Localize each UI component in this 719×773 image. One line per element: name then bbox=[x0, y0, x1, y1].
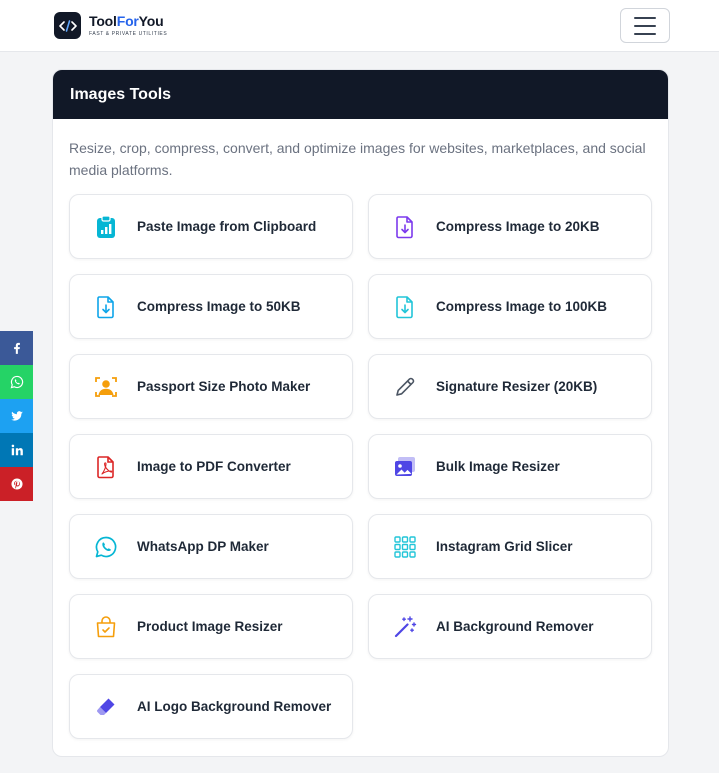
tool-card-signature-resizer-20kb[interactable]: Signature Resizer (20KB) bbox=[368, 354, 652, 419]
brand-tagline: FAST & PRIVATE UTILITIES bbox=[89, 31, 168, 37]
clipboard-chart-icon bbox=[94, 214, 118, 239]
tool-card-compress-image-to-50kb[interactable]: Compress Image to 50KB bbox=[69, 274, 353, 339]
tool-card-instagram-grid-slicer[interactable]: Instagram Grid Slicer bbox=[368, 514, 652, 579]
tool-card-paste-image-from-clipboard[interactable]: Paste Image from Clipboard bbox=[69, 194, 353, 259]
tool-label: Compress Image to 100KB bbox=[436, 299, 608, 314]
portrait-frame-icon bbox=[94, 375, 118, 399]
section-title: Images Tools bbox=[70, 85, 172, 103]
pdf-icon bbox=[94, 455, 118, 479]
magic-wand-icon bbox=[393, 615, 417, 639]
share-whatsapp-button[interactable] bbox=[0, 365, 33, 399]
social-share-bar bbox=[0, 331, 33, 501]
tool-card-image-to-pdf-converter[interactable]: Image to PDF Converter bbox=[69, 434, 353, 499]
tool-label: Paste Image from Clipboard bbox=[137, 219, 317, 234]
pen-icon bbox=[393, 375, 417, 399]
pinterest-icon bbox=[10, 477, 24, 491]
whatsapp-icon bbox=[10, 375, 24, 389]
images-tools-card: Images Tools Resize, crop, compress, con… bbox=[52, 69, 669, 757]
images-icon bbox=[393, 455, 417, 479]
code-icon bbox=[54, 12, 81, 39]
facebook-icon bbox=[10, 341, 24, 355]
tool-label: Instagram Grid Slicer bbox=[436, 539, 573, 554]
tool-label: AI Logo Background Remover bbox=[137, 699, 332, 714]
tool-label: Image to PDF Converter bbox=[137, 459, 291, 474]
linkedin-icon bbox=[10, 443, 24, 457]
brand-name: ToolForYou bbox=[89, 13, 164, 29]
site-logo[interactable]: ToolForYou FAST & PRIVATE UTILITIES bbox=[54, 12, 167, 39]
tool-label: Bulk Image Resizer bbox=[436, 459, 560, 474]
tool-label: Passport Size Photo Maker bbox=[137, 379, 311, 394]
tool-card-compress-image-to-20kb[interactable]: Compress Image to 20KB bbox=[368, 194, 652, 259]
file-download-icon bbox=[94, 295, 118, 319]
tool-card-product-image-resizer[interactable]: Product Image Resizer bbox=[69, 594, 353, 659]
tool-card-ai-logo-background-remover[interactable]: AI Logo Background Remover bbox=[69, 674, 353, 739]
tool-label: Product Image Resizer bbox=[137, 619, 283, 634]
share-twitter-button[interactable] bbox=[0, 399, 33, 433]
section-description: Resize, crop, compress, convert, and opt… bbox=[69, 140, 646, 178]
share-facebook-button[interactable] bbox=[0, 331, 33, 365]
twitter-icon bbox=[10, 409, 24, 423]
share-linkedin-button[interactable] bbox=[0, 433, 33, 467]
tool-label: AI Background Remover bbox=[436, 619, 594, 634]
tool-card-passport-size-photo-maker[interactable]: Passport Size Photo Maker bbox=[69, 354, 353, 419]
menu-toggle-button[interactable] bbox=[620, 8, 670, 43]
share-pinterest-button[interactable] bbox=[0, 467, 33, 501]
tool-card-compress-image-to-100kb[interactable]: Compress Image to 100KB bbox=[368, 274, 652, 339]
shopping-bag-icon bbox=[94, 615, 118, 639]
tool-card-bulk-image-resizer[interactable]: Bulk Image Resizer bbox=[368, 434, 652, 499]
tool-card-ai-background-remover[interactable]: AI Background Remover bbox=[368, 594, 652, 659]
file-download-icon bbox=[393, 215, 417, 239]
file-download-icon bbox=[393, 295, 417, 319]
tool-label: Compress Image to 20KB bbox=[436, 219, 600, 234]
grid-icon bbox=[393, 535, 417, 559]
tool-label: WhatsApp DP Maker bbox=[137, 539, 269, 554]
tool-card-whatsapp-dp-maker[interactable]: WhatsApp DP Maker bbox=[69, 514, 353, 579]
tool-label: Compress Image to 50KB bbox=[137, 299, 301, 314]
whatsapp-icon bbox=[94, 535, 118, 559]
card-header: Images Tools bbox=[53, 70, 668, 119]
tools-grid: Paste Image from Clipboard Compress Image… bbox=[69, 194, 652, 739]
tool-label: Signature Resizer (20KB) bbox=[436, 379, 598, 394]
top-navbar: ToolForYou FAST & PRIVATE UTILITIES bbox=[0, 0, 719, 52]
eraser-icon bbox=[94, 695, 118, 719]
hamburger-icon bbox=[634, 16, 656, 19]
